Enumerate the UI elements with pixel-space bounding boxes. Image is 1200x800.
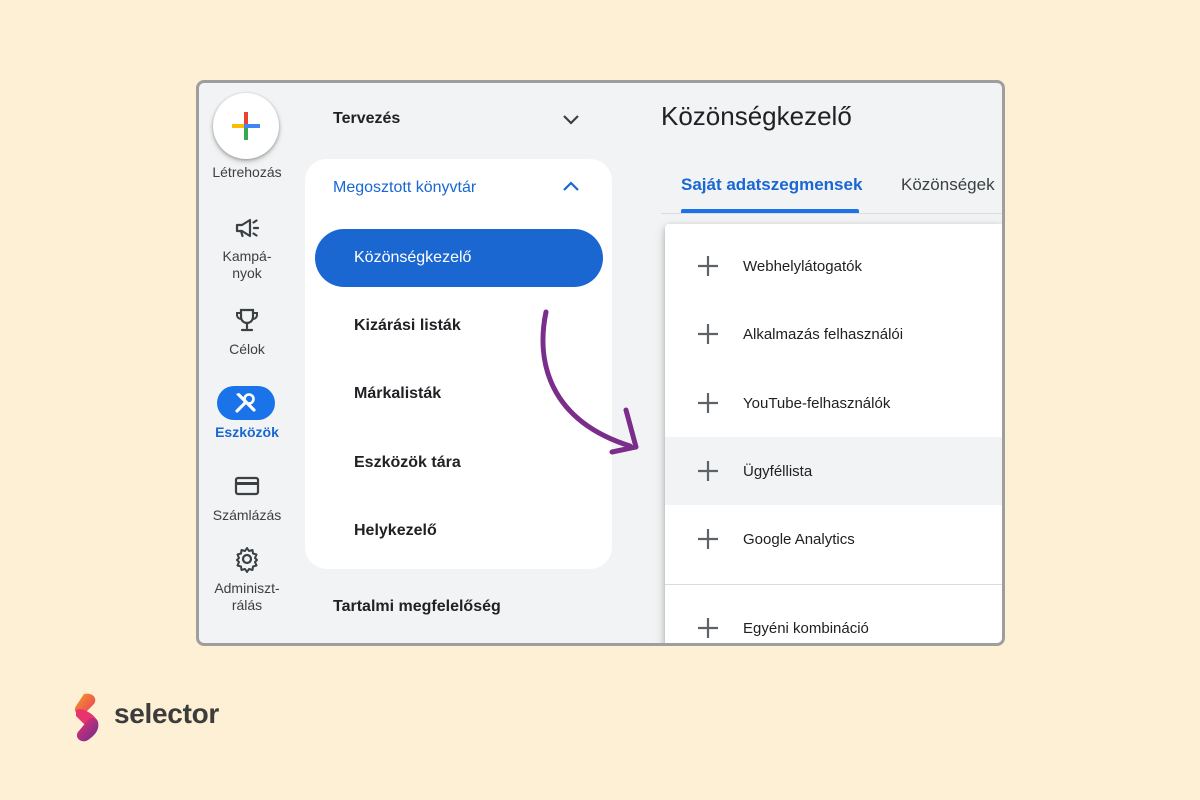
tab-audiences[interactable]: Közönségek: [901, 175, 995, 195]
rail-item-tools-pill[interactable]: [217, 386, 275, 420]
menu-divider: [665, 584, 1002, 585]
page-title: Közönségkezelő: [661, 101, 852, 131]
nav-section-content-suitability[interactable]: Tartalmi megfelelőség: [333, 598, 501, 616]
menu-item-app-users[interactable]: Alkalmazás felhasználói: [665, 300, 1002, 368]
plus-icon: [698, 324, 718, 344]
selector-logo-mark-icon: [74, 693, 99, 742]
divider: [661, 213, 1002, 214]
selector-logo: selector: [70, 692, 230, 748]
menu-item-label: Ügyféllista: [743, 462, 813, 480]
shared-library-panel: Megosztott könyvtár Közönségkezelő Kizár…: [305, 159, 612, 569]
create-label: Létrehozás: [212, 164, 282, 180]
menu-item-website-visitors[interactable]: Webhelylátogatók: [665, 232, 1002, 300]
menu-item-label: Google Analytics: [743, 530, 855, 548]
tab-own-data-segments[interactable]: Saját adatszegmensek: [681, 175, 862, 195]
credit-card-icon[interactable]: [232, 471, 262, 501]
menu-item-label: YouTube-felhasználók: [743, 394, 891, 412]
plus-icon: [698, 618, 718, 638]
menu-item-custom-combination[interactable]: Egyéni kombináció: [665, 594, 1002, 643]
nav-item-brand-lists[interactable]: Márkalisták: [315, 365, 603, 423]
rail-item-goals[interactable]: Célok: [199, 341, 295, 358]
plus-icon: [698, 256, 718, 276]
nav-section-planning[interactable]: Tervezés: [333, 110, 400, 128]
rail-item-admin[interactable]: Adminiszt- rálás: [199, 580, 295, 614]
create-segment-menu: Webhelylátogatók Alkalmazás felhasználói…: [665, 224, 1002, 643]
rail-item-campaigns[interactable]: Kampá- nyok: [199, 248, 295, 282]
menu-item-label: Alkalmazás felhasználói: [743, 325, 904, 343]
nav-item-audience-manager[interactable]: Közönségkezelő: [315, 229, 603, 287]
logo-text: selector: [114, 698, 219, 729]
menu-item-google-analytics[interactable]: Google Analytics: [665, 505, 1002, 573]
nav-item-asset-library[interactable]: Eszközök tára: [315, 434, 603, 492]
nav-section-shared-library[interactable]: Megosztott könyvtár: [333, 179, 476, 197]
plus-icon: [698, 461, 718, 481]
nav-item-exclusion-lists[interactable]: Kizárási listák: [315, 297, 603, 355]
plus-icon: [232, 112, 260, 140]
create-button[interactable]: [213, 93, 279, 159]
navigation-rail: Létrehozás Kampá- nyok Célok Eszközök Sz…: [199, 83, 295, 643]
trophy-icon[interactable]: [232, 305, 262, 335]
rail-item-tools[interactable]: Eszközök: [199, 424, 295, 441]
rail-item-billing[interactable]: Számlázás: [199, 507, 295, 524]
gear-icon[interactable]: [232, 544, 262, 574]
menu-item-label: Webhelylátogatók: [743, 257, 862, 275]
app-window: Létrehozás Kampá- nyok Célok Eszközök Sz…: [196, 80, 1005, 646]
tools-icon: [235, 393, 256, 413]
chevron-down-icon[interactable]: [561, 113, 581, 127]
menu-item-youtube-users[interactable]: YouTube-felhasználók: [665, 369, 1002, 437]
chevron-up-icon[interactable]: [561, 179, 581, 193]
plus-icon: [698, 529, 718, 549]
menu-item-customer-list[interactable]: Ügyféllista: [665, 437, 1002, 505]
plus-icon: [698, 393, 718, 413]
nav-item-location-manager[interactable]: Helykezelő: [315, 502, 603, 560]
menu-item-label: Egyéni kombináció: [743, 619, 869, 637]
megaphone-icon[interactable]: [232, 213, 262, 243]
